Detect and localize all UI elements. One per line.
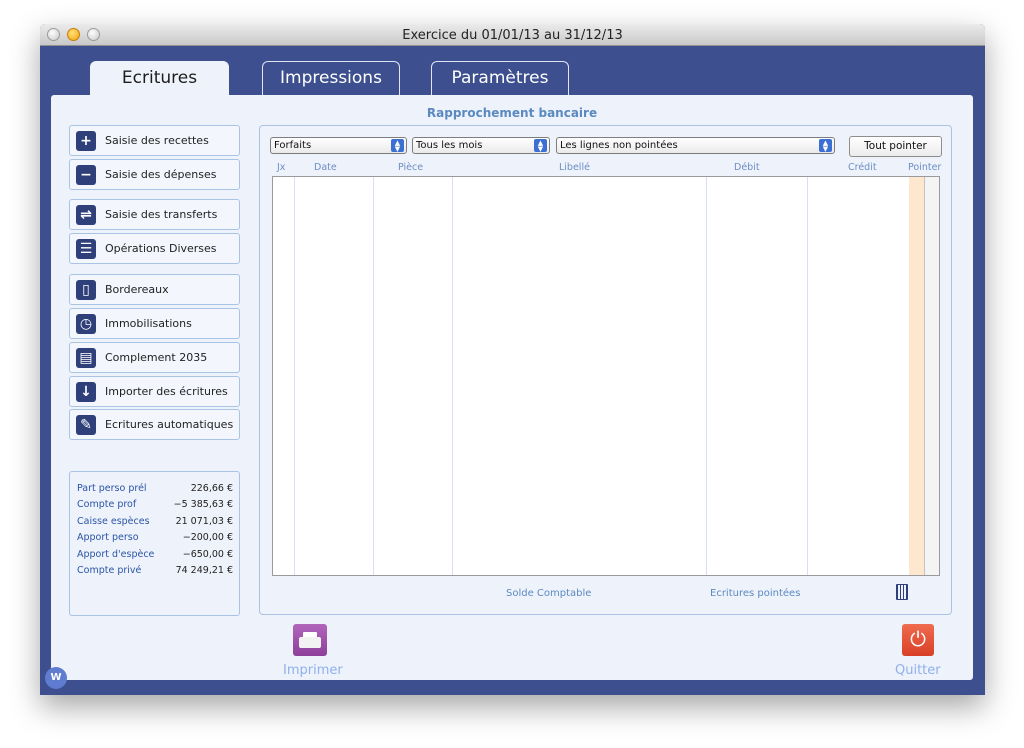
summary-value: −650,00 € [182,548,233,560]
summary-label: Apport perso [77,532,139,544]
section-title: Rapprochement bancaire [426,106,598,120]
table-scrollbar[interactable] [924,177,939,575]
reconciliation-panel: Forfaits ▲ ▼ Tous les mois ▲ ▼ Les lignes … [259,125,952,615]
tab-parametres[interactable]: Paramètres [431,61,569,95]
column-divider [706,177,707,575]
summary-label: Caisse espèces [77,515,150,527]
column-divider [373,177,374,575]
complement-2035-button[interactable]: ▤ Complement 2035 [69,342,240,373]
button-label: Immobilisations [105,317,192,330]
saisie-transferts-button[interactable]: ⇌ Saisie des transferts [69,199,240,230]
button-label: Complement 2035 [105,351,208,364]
content-area: Rapprochement bancaire + Saisie des rece… [51,95,973,680]
ecritures-pointees-label: Ecritures pointées [710,588,801,599]
account-select-value: Forfaits [274,140,312,151]
column-divider [294,177,295,575]
stopwatch-icon: ◷ [76,313,96,334]
tab-ecritures[interactable]: Ecritures [90,61,229,97]
button-label: Bordereaux [105,283,169,296]
transfer-icon: ⇌ [76,204,96,225]
saisie-depenses-button[interactable]: − Saisie des dépenses [69,159,240,190]
summary-row: Compte privé 74 249,21 € [77,563,233,580]
ecritures-automatiques-button[interactable]: ✎ Ecritures automatiques [69,409,240,440]
saisie-recettes-button[interactable]: + Saisie des recettes [69,125,240,156]
window-title: Exercice du 01/01/13 au 31/12/13 [402,28,623,43]
lines-filter-value: Les lignes non pointées [560,140,678,151]
ledger-icon: ☰ [76,238,96,259]
minus-icon: − [76,164,96,185]
column-header-jx[interactable]: Jx [277,162,285,173]
column-header-libelle[interactable]: Libellé [559,162,590,173]
summary-label: Part perso prél [77,482,147,494]
importer-ecritures-button[interactable]: ↓ Importer des écritures [69,376,240,407]
select-arrows-icon: ▲ ▼ [819,139,832,152]
button-label: Saisie des transferts [105,208,218,221]
column-header-debit[interactable]: Débit [734,162,760,173]
document-icon: ▤ [76,347,96,368]
column-header-piece[interactable]: Pièce [398,162,423,173]
column-header-credit[interactable]: Crédit [848,162,877,173]
operations-diverses-button[interactable]: ☰ Opérations Diverses [69,233,240,264]
button-label: Importer des écritures [105,385,228,398]
summary-value: 21 071,03 € [175,515,233,527]
summary-value: −5 385,63 € [173,499,233,511]
column-header-pointer[interactable]: Pointer [908,162,941,173]
tab-impressions[interactable]: Impressions [262,61,400,95]
select-arrows-icon: ▲ ▼ [534,139,547,152]
button-label: Saisie des dépenses [105,168,217,181]
printer-body [299,637,321,648]
summary-value: 74 249,21 € [175,565,233,577]
column-divider [452,177,453,575]
import-icon: ↓ [76,381,96,402]
period-select-value: Tous les mois [416,140,483,151]
pointer-column[interactable] [909,177,925,575]
page-icon: ▯ [76,279,96,300]
summary-value: 226,66 € [190,482,233,494]
column-header-date[interactable]: Date [314,162,337,173]
plus-icon: + [76,130,96,151]
summary-label: Apport d'espèce [77,548,155,560]
calculator-icon[interactable] [896,584,908,600]
print-button[interactable] [293,624,327,656]
summary-row: Compte prof −5 385,63 € [77,497,233,514]
app-window: Exercice du 01/01/13 au 31/12/13 Ecritur… [40,24,985,695]
lines-filter-select[interactable]: Les lignes non pointées ▲ ▼ [556,137,835,154]
summary-label: Compte privé [77,565,142,577]
summary-row: Caisse espèces 21 071,03 € [77,513,233,530]
print-label[interactable]: Imprimer [283,663,343,678]
summary-row: Part perso prél 226,66 € [77,480,233,497]
button-label: Saisie des recettes [105,134,209,147]
quit-button[interactable]: ⏻ [902,624,934,656]
summary-row: Apport d'espèce −650,00 € [77,546,233,563]
immobilisations-button[interactable]: ◷ Immobilisations [69,308,240,339]
select-arrows-icon: ▲ ▼ [391,139,404,152]
power-icon: ⏻ [910,627,926,651]
button-label: Ecritures automatiques [105,418,234,431]
pen-icon: ✎ [76,414,96,435]
quit-label[interactable]: Quitter [895,663,941,678]
summary-label: Compte prof [77,499,137,511]
balance-summary: Part perso prél 226,66 € Compte prof −5 … [69,471,240,616]
tout-pointer-button[interactable]: Tout pointer [849,136,942,157]
entries-table[interactable] [272,176,940,576]
account-select[interactable]: Forfaits ▲ ▼ [270,137,407,154]
solde-comptable-label: Solde Comptable [506,588,592,599]
button-label: Opérations Diverses [105,242,217,255]
column-divider [807,177,808,575]
summary-value: −200,00 € [182,532,233,544]
app-badge: W [45,667,67,689]
bordereaux-button[interactable]: ▯ Bordereaux [69,274,240,305]
summary-row: Apport perso −200,00 € [77,530,233,547]
title-bar: Exercice du 01/01/13 au 31/12/13 [40,24,985,46]
period-select[interactable]: Tous les mois ▲ ▼ [412,137,550,154]
